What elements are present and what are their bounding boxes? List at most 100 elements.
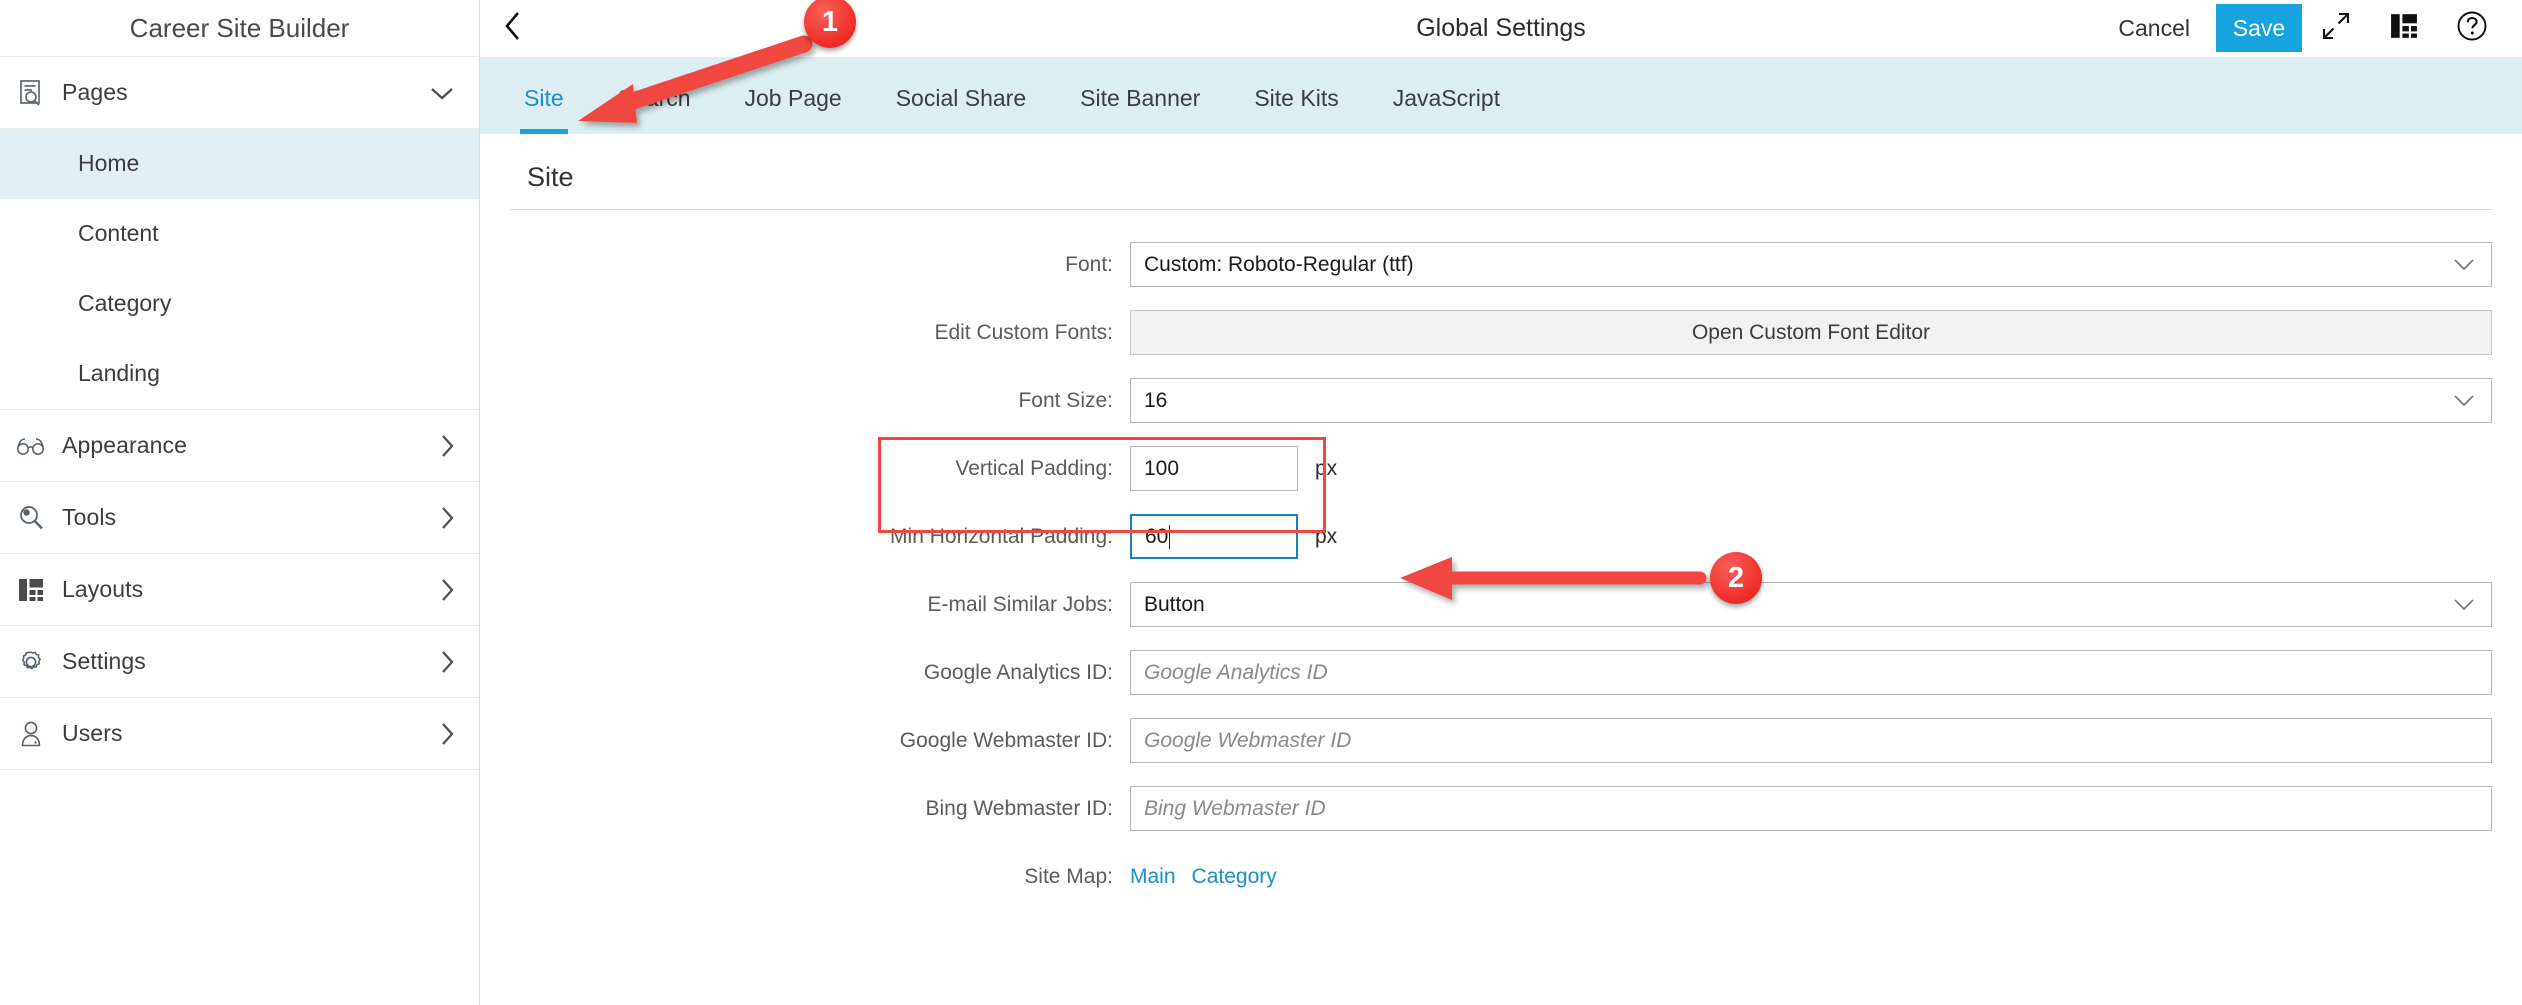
google-webmaster-id-label: Google Webmaster ID: [899, 728, 1113, 752]
field-row-bing-webmaster-id: Bing Webmaster ID: Bing Webmaster ID [510, 786, 2492, 831]
section-title: Site [510, 134, 2492, 210]
sidebar-item-users[interactable]: Users [0, 698, 479, 770]
sidebar-item-content[interactable]: Content [0, 199, 479, 269]
chevron-right-icon [439, 721, 455, 747]
chevron-down-icon [2453, 253, 2475, 277]
sidebar-item-appearance[interactable]: Appearance [0, 410, 479, 482]
app-title: Career Site Builder [0, 0, 479, 57]
layout-grid-icon [2390, 13, 2418, 44]
font-size-value: 16 [1144, 388, 1168, 412]
top-bar-actions: Cancel Save [2092, 0, 2522, 57]
annotation-badge-2: 2 [1710, 552, 1762, 604]
expand-arrows-icon [2321, 11, 2351, 46]
field-row-email-similar-jobs: E-mail Similar Jobs: Button [510, 582, 2492, 627]
sidebar-subitems-pages: Home Content Category Landing [0, 129, 479, 410]
field-row-edit-custom-fonts: Edit Custom Fonts: Open Custom Font Edit… [510, 310, 2492, 355]
email-similar-jobs-label: E-mail Similar Jobs: [927, 592, 1113, 616]
field-row-font-size: Font Size: 16 [510, 378, 2492, 423]
save-button[interactable]: Save [2216, 4, 2302, 52]
field-row-google-webmaster-id: Google Webmaster ID: Google Webmaster ID [510, 718, 2492, 763]
tab-javascript[interactable]: JavaScript [1393, 85, 1500, 134]
tab-site-kits[interactable]: Site Kits [1254, 85, 1338, 134]
tab-site[interactable]: Site [520, 85, 568, 134]
google-analytics-id-input[interactable]: Google Analytics ID [1130, 650, 2492, 695]
vertical-padding-label: Vertical Padding: [955, 456, 1113, 480]
field-row-min-horizontal-padding: Min Horizontal Padding: 60 px [510, 514, 2492, 559]
text-cursor [1169, 524, 1171, 549]
tab-job-page[interactable]: Job Page [745, 85, 842, 134]
sidebar-item-home[interactable]: Home [0, 129, 479, 199]
sidebar-item-label: Appearance [62, 432, 188, 458]
min-horizontal-padding-input[interactable]: 60 [1130, 514, 1298, 559]
font-size-label: Font Size: [1018, 388, 1113, 412]
cancel-button[interactable]: Cancel [2092, 0, 2216, 57]
sidebar-item-landing[interactable]: Landing [0, 339, 479, 409]
layout-button[interactable] [2370, 0, 2438, 57]
tab-search[interactable]: Search [618, 85, 691, 134]
site-map-link-main[interactable]: Main [1130, 865, 1176, 889]
email-similar-jobs-select[interactable]: Button [1130, 582, 2492, 627]
bing-webmaster-id-input[interactable]: Bing Webmaster ID [1130, 786, 2492, 831]
edit-custom-fonts-label: Edit Custom Fonts: [934, 320, 1113, 344]
field-row-font: Font: Custom: Roboto-Regular (ttf) [510, 242, 2492, 287]
sidebar-item-category[interactable]: Category [0, 269, 479, 339]
sidebar-item-label: Pages [62, 79, 128, 105]
layout-grid-icon [0, 578, 62, 602]
chevron-right-icon [439, 649, 455, 675]
page-search-icon [0, 79, 62, 107]
site-map-link-category[interactable]: Category [1192, 865, 1277, 889]
vertical-padding-input[interactable]: 100 [1130, 446, 1298, 491]
min-horizontal-padding-label: Min Horizontal Padding: [890, 524, 1113, 548]
top-bar: Global Settings Cancel Save [480, 0, 2522, 57]
magnifier-icon [0, 504, 62, 532]
email-similar-jobs-value: Button [1144, 592, 1205, 616]
font-select[interactable]: Custom: Roboto-Regular (ttf) [1130, 242, 2492, 287]
tab-social-share[interactable]: Social Share [896, 85, 1026, 134]
sidebar-item-pages[interactable]: Pages [0, 57, 479, 129]
field-row-vertical-padding: Vertical Padding: 100 px [510, 446, 2492, 491]
settings-form: Site Font: Custom: Roboto-Regular (ttf) [480, 134, 2522, 1005]
google-webmaster-id-input[interactable]: Google Webmaster ID [1130, 718, 2492, 763]
sidebar-subitem-label: Home [78, 150, 140, 176]
font-label: Font: [1065, 252, 1113, 276]
sidebar: Career Site Builder Pages Home Content C… [0, 0, 480, 1005]
bing-webmaster-id-placeholder: Bing Webmaster ID [1144, 796, 1326, 820]
app-root: Career Site Builder Pages Home Content C… [0, 0, 2522, 1005]
expand-button[interactable] [2302, 0, 2370, 57]
site-map-label: Site Map: [1024, 864, 1113, 888]
vertical-padding-unit: px [1315, 456, 1338, 480]
chevron-down-icon [2453, 389, 2475, 413]
min-horizontal-padding-value: 60 [1145, 524, 1169, 548]
sidebar-item-label: Tools [62, 504, 117, 530]
sidebar-subitem-label: Content [78, 220, 159, 246]
vertical-padding-value: 100 [1144, 456, 1180, 480]
chevron-right-icon [439, 505, 455, 531]
sidebar-item-label: Layouts [62, 576, 144, 602]
chevron-left-icon [503, 10, 523, 47]
open-custom-font-editor-button[interactable]: Open Custom Font Editor [1130, 310, 2492, 355]
google-analytics-id-label: Google Analytics ID: [923, 660, 1113, 684]
font-size-select[interactable]: 16 [1130, 378, 2492, 423]
chevron-down-icon [429, 85, 455, 101]
sidebar-subitem-label: Category [78, 290, 172, 316]
field-row-site-map: Site Map: Main Category [510, 854, 2492, 899]
help-button[interactable] [2438, 0, 2506, 57]
main-panel: Global Settings Cancel Save Site Search … [480, 0, 2522, 1005]
back-button[interactable] [480, 0, 546, 57]
tab-bar: Site Search Job Page Social Share Site B… [480, 57, 2522, 134]
help-circle-icon [2456, 10, 2488, 47]
chevron-down-icon [2453, 593, 2475, 617]
google-analytics-id-placeholder: Google Analytics ID [1144, 660, 1328, 684]
sidebar-subitem-label: Landing [78, 360, 160, 386]
font-select-value: Custom: Roboto-Regular (ttf) [1144, 252, 1414, 276]
min-horizontal-padding-unit: px [1315, 524, 1338, 548]
sidebar-item-layouts[interactable]: Layouts [0, 554, 479, 626]
sidebar-item-tools[interactable]: Tools [0, 482, 479, 554]
gear-icon [0, 648, 62, 676]
chevron-right-icon [439, 577, 455, 603]
sidebar-item-settings[interactable]: Settings [0, 626, 479, 698]
tab-site-banner[interactable]: Site Banner [1080, 85, 1200, 134]
sidebar-item-label: Users [62, 720, 123, 746]
chevron-right-icon [439, 433, 455, 459]
bing-webmaster-id-label: Bing Webmaster ID: [925, 796, 1113, 820]
